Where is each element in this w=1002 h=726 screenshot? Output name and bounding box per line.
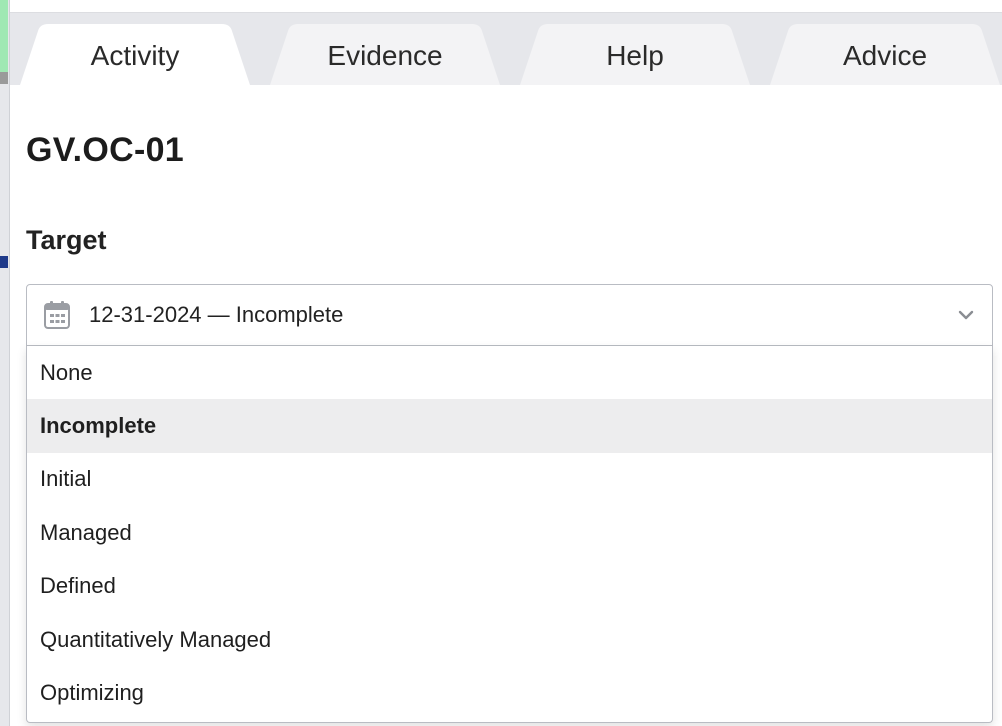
background-page-edge: [0, 0, 10, 726]
option-none[interactable]: None: [27, 346, 992, 399]
option-managed[interactable]: Managed: [27, 506, 992, 560]
chevron-down-icon[interactable]: [956, 305, 976, 325]
tab-label: Help: [606, 40, 664, 71]
tab-evidence[interactable]: Evidence: [270, 23, 500, 85]
background-accent-gray: [0, 72, 8, 84]
tab-advice[interactable]: Advice: [770, 23, 1000, 85]
background-accent-blue: [0, 256, 8, 268]
tab-content: GV.OC-01 Target 12-31-2024 — Incomplete …: [10, 85, 1002, 726]
option-defined[interactable]: Defined: [27, 560, 992, 614]
option-quantitatively-managed[interactable]: Quantitatively Managed: [27, 613, 992, 667]
background-accent-green: [0, 0, 8, 72]
tab-label: Evidence: [327, 40, 443, 71]
page: Activity Evidence Help Advice GV.OC-01 T…: [0, 0, 1002, 726]
option-optimizing[interactable]: Optimizing: [27, 667, 992, 721]
page-title: GV.OC-01: [26, 131, 184, 169]
tab-label: Advice: [842, 40, 928, 71]
tab-activity[interactable]: Activity: [20, 23, 250, 85]
tab-help[interactable]: Help: [520, 23, 750, 85]
tab-label: Activity: [90, 40, 180, 71]
option-incomplete[interactable]: Incomplete: [27, 399, 992, 453]
target-select-value: 12-31-2024 — Incomplete: [89, 302, 344, 327]
tab-bar: Activity Evidence Help Advice: [10, 13, 1002, 85]
target-select[interactable]: 12-31-2024 — Incomplete: [26, 284, 993, 346]
target-label: Target: [26, 225, 107, 255]
calendar-icon: [43, 300, 71, 330]
target-options-list: None Incomplete Initial Managed Defined …: [26, 346, 993, 723]
detail-panel: Activity Evidence Help Advice GV.OC-01 T…: [10, 12, 1002, 726]
option-initial[interactable]: Initial: [27, 453, 992, 507]
